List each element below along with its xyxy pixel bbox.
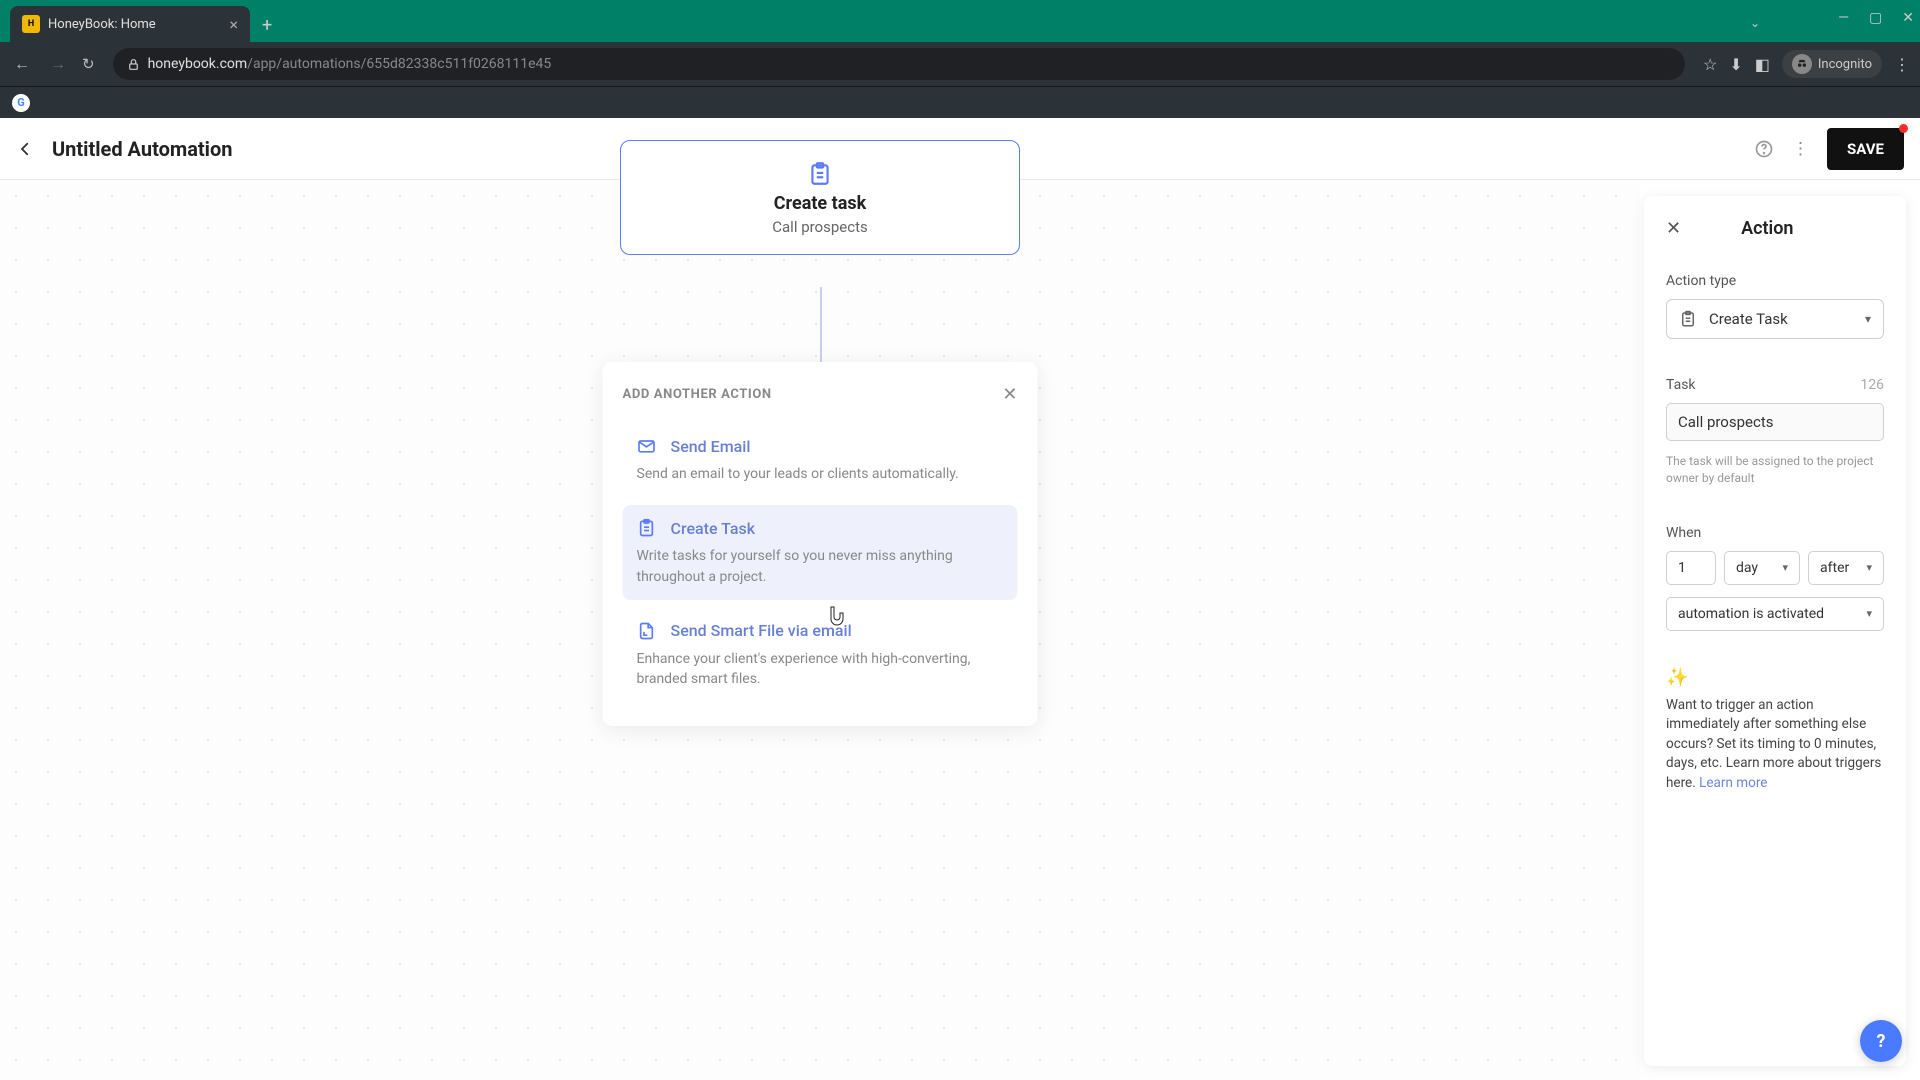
favicon-icon: H <box>22 15 40 33</box>
tabs-dropdown-icon[interactable]: ⌄ <box>1750 16 1760 30</box>
picker-title: ADD ANOTHER ACTION <box>623 387 772 402</box>
task-counter: 126 <box>1860 377 1884 393</box>
task-icon <box>637 518 659 538</box>
help-icon[interactable] <box>1754 139 1774 159</box>
download-icon[interactable]: ⬇ <box>1729 55 1742 74</box>
side-panel-icon[interactable]: ◧ <box>1755 55 1770 74</box>
incognito-badge[interactable]: Incognito <box>1782 50 1882 78</box>
url-bar[interactable]: honeybook.com/app/automations/655d82338c… <box>113 48 1685 80</box>
picker-item-title: Send Email <box>671 437 751 456</box>
sparkle-icon: ✨ <box>1666 667 1884 688</box>
chevron-down-icon: ▾ <box>1866 607 1872 620</box>
task-card-subtitle: Call prospects <box>639 218 1001 236</box>
close-window-icon[interactable]: ✕ <box>1902 10 1914 26</box>
picker-item-smart-file[interactable]: Send Smart File via email Enhance your c… <box>623 608 1018 703</box>
task-label: Task <box>1666 377 1696 393</box>
forward-icon[interactable]: → <box>46 54 70 74</box>
back-button[interactable] <box>16 140 34 158</box>
learn-more-link[interactable]: Learn more <box>1699 775 1767 791</box>
picker-close-icon[interactable]: ✕ <box>1002 384 1017 405</box>
action-type-label: Action type <box>1666 273 1884 289</box>
incognito-label: Incognito <box>1818 57 1872 72</box>
task-icon <box>639 161 1001 187</box>
when-relation-select[interactable]: after ▾ <box>1808 551 1884 585</box>
picker-item-title: Send Smart File via email <box>671 621 852 640</box>
browser-menu-icon[interactable]: ⋮ <box>1894 55 1910 74</box>
picker-item-desc: Send an email to your leads or clients a… <box>637 464 1004 484</box>
tip-box: ✨ Want to trigger an action immediately … <box>1666 667 1884 794</box>
tab-title: HoneyBook: Home <box>48 17 221 32</box>
url-domain: honeybook.com <box>148 56 248 72</box>
url-path: /app/automations/655d82338c511f0268111e4… <box>247 56 551 72</box>
when-event-select[interactable]: automation is activated ▾ <box>1666 597 1884 631</box>
sidebar-title: Action <box>1741 218 1793 239</box>
google-bookmark-icon[interactable]: G <box>12 94 30 112</box>
chevron-down-icon: ▾ <box>1865 312 1871 326</box>
back-icon[interactable]: ← <box>10 54 34 74</box>
action-type-select[interactable]: Create Task ▾ <box>1666 299 1884 339</box>
more-menu-icon[interactable]: ⋮ <box>1792 139 1809 159</box>
help-fab-button[interactable]: ? <box>1860 1020 1902 1062</box>
task-hint: The task will be assigned to the project… <box>1666 453 1884 487</box>
incognito-icon <box>1792 54 1812 74</box>
save-button[interactable]: SAVE <box>1827 128 1904 170</box>
action-sidebar: ✕ Action Action type Create Task ▾ Task … <box>1644 196 1906 1066</box>
picker-item-title: Create Task <box>671 519 756 538</box>
maximize-icon[interactable]: ▢ <box>1869 10 1882 26</box>
lock-icon <box>127 58 140 71</box>
when-number-input[interactable] <box>1666 551 1716 585</box>
tab-close-icon[interactable]: × <box>229 15 238 34</box>
reload-icon[interactable]: ↻ <box>82 55 95 73</box>
picker-item-desc: Write tasks for yourself so you never mi… <box>637 546 1004 587</box>
task-card[interactable]: Create task Call prospects <box>620 140 1020 255</box>
when-label: When <box>1666 525 1884 541</box>
sidebar-close-icon[interactable]: ✕ <box>1666 218 1681 239</box>
action-type-value: Create Task <box>1709 310 1788 328</box>
task-card-title: Create task <box>639 193 1001 214</box>
action-picker: ADD ANOTHER ACTION ✕ Send Email Send an … <box>603 362 1038 726</box>
picker-item-desc: Enhance your client's experience with hi… <box>637 649 1004 690</box>
bookmark-star-icon[interactable]: ☆ <box>1703 55 1717 74</box>
picker-item-send-email[interactable]: Send Email Send an email to your leads o… <box>623 423 1018 497</box>
minimize-icon[interactable]: — <box>1838 10 1849 26</box>
task-input[interactable] <box>1666 403 1884 441</box>
unsaved-indicator-icon <box>1899 124 1908 133</box>
picker-item-create-task[interactable]: Create Task Write tasks for yourself so … <box>623 505 1018 600</box>
browser-tab[interactable]: H HoneyBook: Home × <box>10 6 250 42</box>
task-icon <box>1679 310 1697 328</box>
new-tab-button[interactable]: + <box>262 15 272 42</box>
file-icon <box>637 621 659 641</box>
chevron-down-icon: ▾ <box>1866 561 1872 574</box>
when-unit-select[interactable]: day ▾ <box>1724 551 1800 585</box>
connector-line <box>820 287 822 363</box>
page-title: Untitled Automation <box>52 137 232 161</box>
mail-icon <box>637 436 659 456</box>
chevron-down-icon: ▾ <box>1782 561 1788 574</box>
